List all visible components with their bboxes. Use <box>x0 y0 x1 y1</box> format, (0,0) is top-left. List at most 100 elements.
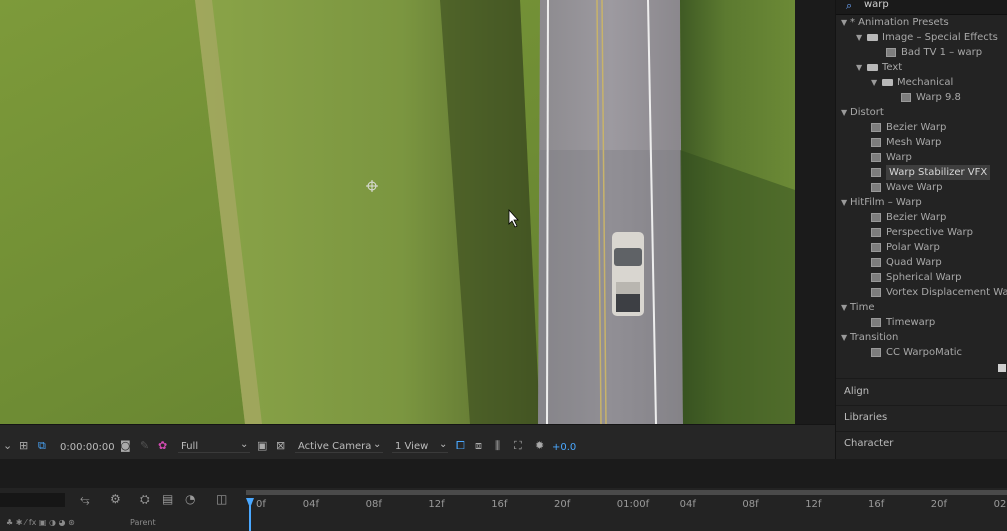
disclosure-triangle-icon[interactable]: ▼ <box>871 75 877 90</box>
playhead[interactable] <box>246 488 254 531</box>
timecode-display[interactable]: 0:00:00:00 <box>60 442 115 453</box>
effect-item[interactable]: Bezier Warp <box>836 210 1007 225</box>
disclosure-triangle-icon[interactable]: ▼ <box>856 60 862 75</box>
effect-item[interactable]: Timewarp <box>836 315 1007 330</box>
effect-icon <box>871 228 881 237</box>
disclosure-triangle-icon[interactable]: ▼ <box>841 15 847 30</box>
transparency-grid-icon[interactable]: ⊠ <box>276 439 285 452</box>
effect-item[interactable]: Warp <box>836 150 1007 165</box>
effect-icon <box>871 273 881 282</box>
effect-category[interactable]: ▼ Image – Special Effects <box>836 30 1007 45</box>
search-icon[interactable]: ⌕ <box>846 0 852 13</box>
flowchart-icon[interactable]: ⛶ <box>514 439 522 453</box>
effect-item[interactable]: Quad Warp <box>836 255 1007 270</box>
shy-layers-icon[interactable]: ⛭ <box>140 492 150 507</box>
effect-item[interactable]: Spherical Warp <box>836 270 1007 285</box>
effect-category[interactable]: ▼ Distort <box>836 105 1007 120</box>
effect-item[interactable]: Warp Stabilizer VFX <box>836 165 1007 180</box>
dropdown-arrow-icon[interactable]: ⌄ <box>3 439 12 452</box>
composition-viewer[interactable] <box>0 0 795 424</box>
effect-item[interactable]: Mesh Warp <box>836 135 1007 150</box>
effects-search-bar[interactable]: ⌕ warp <box>836 0 1007 15</box>
effect-label: Bezier Warp <box>886 212 947 223</box>
disclosure-triangle-icon[interactable]: ▼ <box>841 195 847 210</box>
effect-category[interactable]: ▼ Time <box>836 300 1007 315</box>
playhead-line <box>249 506 251 531</box>
libraries-panel-tab[interactable]: Libraries <box>844 412 887 423</box>
draft-3d-icon[interactable]: ⚙ <box>110 492 121 506</box>
exposure-value[interactable]: +0.0 <box>552 442 576 453</box>
work-area-bar[interactable] <box>246 490 1007 495</box>
ruler-tick-label: 04f <box>302 499 320 510</box>
toggle-pixel-aspect-icon[interactable]: ⧠ <box>456 439 465 453</box>
effect-label: Bad TV 1 – warp <box>901 47 983 58</box>
effect-item[interactable]: Warp 9.8 <box>836 90 1007 105</box>
ruler-tick-label: 12f <box>428 499 445 510</box>
ruler-tick-label: 12f <box>805 499 822 510</box>
viewer-margin <box>795 0 835 424</box>
fast-previews-icon[interactable]: ⧈ <box>475 439 482 453</box>
composition-flowchart-icon[interactable]: ⥃ <box>80 492 90 507</box>
effect-label: Perspective Warp <box>886 227 973 238</box>
frame-blending-icon[interactable]: ▤ <box>162 492 173 506</box>
timeline-icon[interactable]: ⫼ <box>495 439 500 453</box>
effect-label: Transition <box>850 332 899 343</box>
effect-category[interactable]: ▼ * Animation Presets <box>836 15 1007 30</box>
effect-label: Spherical Warp <box>886 272 962 283</box>
chevron-down-icon: ⌄ <box>439 439 448 450</box>
truck-shape <box>612 232 644 316</box>
align-panel-tab[interactable]: Align <box>844 386 869 397</box>
region-icon[interactable]: ▣ <box>257 439 267 452</box>
effect-label: Mesh Warp <box>886 137 942 148</box>
color-channels-icon[interactable]: ✿ <box>158 439 167 452</box>
effect-item[interactable]: Vortex Displacement Warp <box>836 285 1007 300</box>
view-layout-value: 1 View <box>395 441 429 452</box>
effect-item[interactable]: Bad TV 1 – warp <box>836 45 1007 60</box>
effect-label: Polar Warp <box>886 242 940 253</box>
scroll-handle-icon[interactable] <box>998 364 1006 372</box>
effect-category[interactable]: ▼ Mechanical <box>836 75 1007 90</box>
effect-item[interactable]: Perspective Warp <box>836 225 1007 240</box>
snapshot-icon[interactable]: ◙ <box>120 439 131 452</box>
effect-item[interactable]: CC WarpoMatic <box>836 345 1007 360</box>
disclosure-triangle-icon[interactable]: ▼ <box>841 330 847 345</box>
view-layout-dropdown[interactable]: 1 View ⌄ <box>392 438 448 453</box>
effect-label: Time <box>850 302 875 313</box>
effect-icon <box>871 183 881 192</box>
camera-dropdown[interactable]: Active Camera ⌄ <box>295 438 383 453</box>
mask-toggle-icon[interactable]: ⧉ <box>38 439 46 453</box>
effect-item[interactable]: Wave Warp <box>836 180 1007 195</box>
search-input[interactable]: warp <box>864 0 889 10</box>
effect-label: CC WarpoMatic <box>886 347 963 358</box>
effect-label: HitFilm – Warp <box>850 197 922 208</box>
motion-blur-icon[interactable]: ◔ <box>185 492 195 506</box>
character-panel-tab[interactable]: Character <box>844 438 893 449</box>
disclosure-triangle-icon[interactable]: ▼ <box>841 300 847 315</box>
folder-icon <box>882 79 893 86</box>
effect-label: * Animation Presets <box>850 17 949 28</box>
time-ruler[interactable]: 0f 04f 08f 12f 16f 20f 01:00f 04f 08f 12f 16f 20f 02… <box>246 488 1007 531</box>
graph-editor-icon[interactable]: ◫ <box>216 492 227 506</box>
show-snapshot-icon[interactable]: ✎ <box>140 439 149 452</box>
effect-item[interactable]: Polar Warp <box>836 240 1007 255</box>
timeline-panel: ⥃ ⚙ ⛭ ▤ ◔ ◫ ♣ ✱ ⁄ fx ▣ ◑ ◕ ⊛ Parent 0f 04… <box>0 488 1007 531</box>
effect-category[interactable]: ▼ HitFilm – Warp <box>836 195 1007 210</box>
ruler-tick-label: 08f <box>742 499 759 510</box>
resolution-dropdown[interactable]: Full ⌄ <box>178 438 250 453</box>
disclosure-triangle-icon[interactable]: ▼ <box>856 30 862 45</box>
region-of-interest-icon[interactable]: ⊞ <box>19 439 28 452</box>
ruler-tick-label: 01:00f <box>616 499 650 510</box>
layer-search-field[interactable] <box>0 493 65 507</box>
exposure-icon[interactable]: ✹ <box>535 439 544 452</box>
effect-icon <box>871 213 881 222</box>
disclosure-triangle-icon[interactable]: ▼ <box>841 105 847 120</box>
ruler-tick-label: 20f <box>930 499 948 510</box>
switch-icons: ♣ ✱ ⁄ fx ▣ ◑ ◕ ⊛ <box>6 518 75 527</box>
camera-value: Active Camera <box>298 441 372 452</box>
ruler-tick-label: 08f <box>365 499 382 510</box>
chevron-down-icon: ⌄ <box>240 439 249 450</box>
effect-item[interactable]: Bezier Warp <box>836 120 1007 135</box>
effect-category[interactable]: ▼ Text <box>836 60 1007 75</box>
effect-category[interactable]: ▼ Transition <box>836 330 1007 345</box>
effect-icon <box>871 123 881 132</box>
